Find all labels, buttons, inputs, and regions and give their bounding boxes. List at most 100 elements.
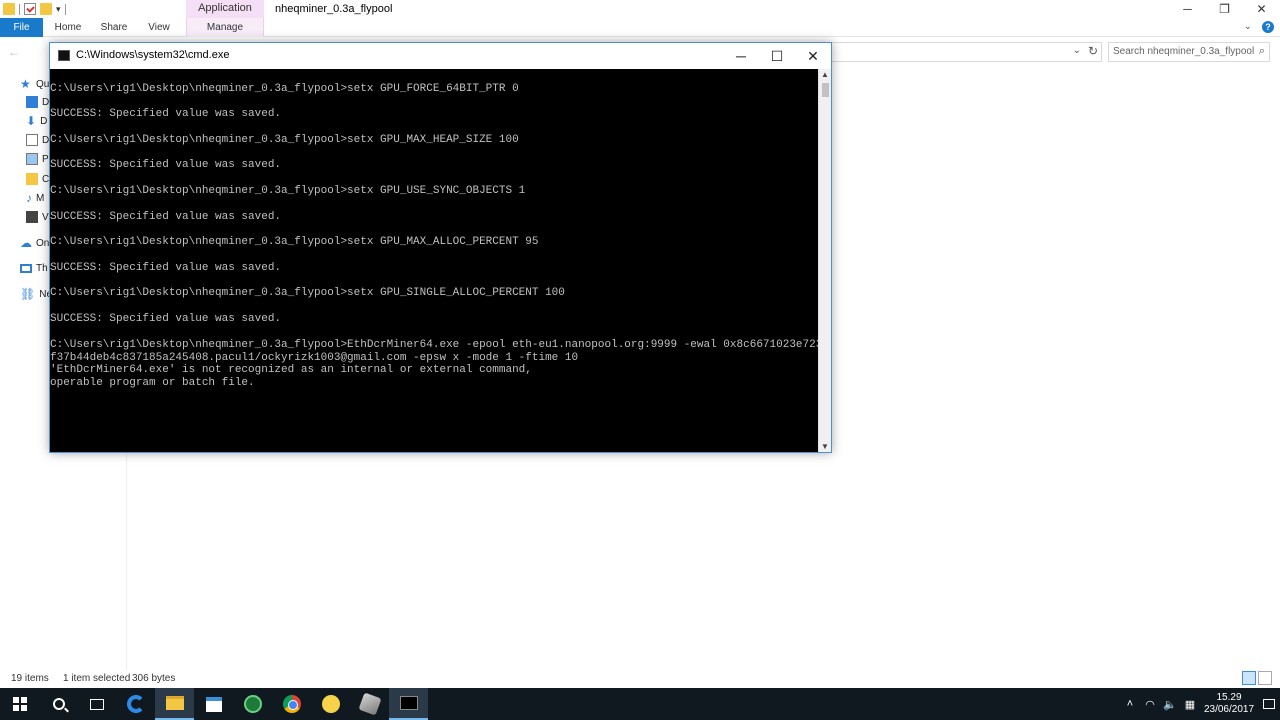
address-dropdown-icon[interactable]: ⌄: [1073, 45, 1081, 56]
taskbar-tool-app[interactable]: [350, 688, 389, 720]
notification-icon: [1263, 699, 1275, 709]
desktop-icon: [26, 96, 38, 108]
nav-label: P: [42, 153, 49, 165]
details-view-icon[interactable]: [1242, 671, 1256, 685]
explorer-window-title: nheqminer_0.3a_flypool: [275, 3, 393, 15]
search-button[interactable]: [39, 688, 78, 720]
nav-videos[interactable]: V: [26, 209, 49, 225]
cmd-titlebar[interactable]: C:\Windows\system32\cmd.exe ─ ☐ ✕: [50, 43, 831, 69]
scroll-up-icon[interactable]: ▲: [821, 70, 829, 79]
customize-toolbar-icon[interactable]: ▾: [56, 4, 61, 15]
nav-downloads[interactable]: ⬇ D: [26, 113, 47, 129]
nav-pictures[interactable]: P: [26, 151, 49, 167]
tab-view[interactable]: View: [142, 18, 176, 37]
nav-label: On: [36, 237, 50, 249]
nav-network[interactable]: ⛓ Ne: [20, 286, 52, 302]
large-icons-view-icon[interactable]: [1258, 671, 1272, 685]
back-arrow-icon[interactable]: ←: [8, 45, 20, 59]
start-button[interactable]: [0, 688, 39, 720]
taskbar-store[interactable]: [194, 688, 233, 720]
console-line: SUCCESS: Specified value was saved.: [50, 108, 282, 120]
console-line: SUCCESS: Specified value was saved.: [50, 211, 282, 223]
console-line: C:\Users\rig1\Desktop\nheqminer_0.3a_fly…: [50, 185, 526, 197]
volume-icon[interactable]: 🔈: [1160, 698, 1180, 711]
console-line: SUCCESS: Specified value was saved.: [50, 262, 282, 274]
search-input[interactable]: Search nheqminer_0.3a_flypool ⌕: [1108, 42, 1270, 62]
help-icon[interactable]: ?: [1262, 21, 1274, 33]
taskbar: ˄ ◠ 🔈 ▦ 15.29 23/06/2017: [0, 688, 1280, 720]
search-placeholder: Search nheqminer_0.3a_flypool: [1113, 46, 1255, 57]
console-line: C:\Users\rig1\Desktop\nheqminer_0.3a_fly…: [50, 287, 565, 299]
expand-ribbon-icon[interactable]: ⌄: [1244, 21, 1252, 33]
tab-file[interactable]: File: [0, 18, 43, 37]
network-icon: ⛓: [20, 287, 36, 301]
selection-status: 1 item selected: [63, 673, 131, 684]
ribbon-right-controls: ⌄ ?: [1244, 21, 1274, 33]
music-icon: ♪: [26, 191, 32, 205]
taskbar-cmd[interactable]: [389, 688, 428, 720]
taskbar-edge[interactable]: [116, 688, 155, 720]
search-icon: ⌕: [1258, 45, 1265, 57]
view-switcher: [1242, 671, 1272, 685]
action-center-button[interactable]: [1258, 688, 1280, 720]
nav-label: Th: [36, 262, 48, 274]
wifi-icon[interactable]: ◠: [1140, 698, 1160, 711]
scroll-down-icon[interactable]: ▼: [821, 442, 829, 451]
document-icon: [26, 134, 38, 146]
show-hidden-icons-icon[interactable]: ˄: [1120, 698, 1140, 710]
new-folder-icon[interactable]: [40, 3, 52, 15]
computer-icon: [20, 263, 32, 273]
taskbar-chrome[interactable]: [272, 688, 311, 720]
refresh-icon[interactable]: ↻: [1088, 44, 1098, 58]
tool-app-icon: [357, 692, 382, 716]
edge-icon: [126, 695, 145, 713]
console-line: operable program or batch file.: [50, 377, 255, 389]
tab-manage[interactable]: Manage: [186, 18, 264, 37]
file-explorer-icon: [165, 696, 184, 710]
application-tools-header: Application Tools: [186, 0, 264, 30]
console-line: C:\Users\rig1\Desktop\nheqminer_0.3a_fly…: [50, 134, 519, 146]
nav-onedrive[interactable]: ☁ On: [20, 235, 49, 251]
nav-label: V: [42, 211, 49, 223]
cmd-maximize-button[interactable]: ☐: [759, 43, 795, 69]
emoji-app-icon: [321, 695, 340, 713]
nav-folder[interactable]: C: [26, 171, 49, 187]
restore-button[interactable]: ❐: [1206, 0, 1243, 18]
star-icon: ★: [20, 77, 31, 91]
taskbar-xbox[interactable]: [233, 688, 272, 720]
folder-icon: [26, 173, 38, 185]
nav-documents[interactable]: D: [26, 132, 49, 148]
tab-share[interactable]: Share: [96, 18, 132, 37]
cmd-close-button[interactable]: ✕: [795, 43, 831, 69]
console-output[interactable]: C:\Users\rig1\Desktop\nheqminer_0.3a_fly…: [50, 69, 818, 452]
cmd-minimize-button[interactable]: ─: [723, 43, 759, 69]
chrome-icon: [282, 695, 301, 713]
minimize-button[interactable]: ─: [1169, 0, 1206, 18]
keyboard-icon[interactable]: ▦: [1180, 698, 1200, 711]
properties-icon[interactable]: [24, 3, 36, 15]
clock-date: 23/06/2017: [1203, 704, 1255, 715]
item-count: 19 items: [11, 673, 49, 684]
windows-logo-icon: [12, 697, 27, 711]
taskbar-file-explorer[interactable]: [155, 688, 194, 720]
picture-icon: [26, 153, 38, 165]
console-line: SUCCESS: Specified value was saved.: [50, 159, 282, 171]
taskbar-emoji-app[interactable]: [311, 688, 350, 720]
clock[interactable]: 15.29 23/06/2017: [1200, 692, 1258, 716]
selection-size: 306 bytes: [132, 673, 176, 684]
cmd-icon: [58, 50, 70, 61]
cmd-icon: [399, 696, 418, 710]
scroll-thumb[interactable]: [822, 83, 829, 97]
close-button[interactable]: ✕: [1243, 0, 1280, 18]
address-bar[interactable]: ⌄ ↻: [832, 42, 1102, 62]
folder-icon[interactable]: [3, 3, 15, 15]
cloud-icon: ☁: [20, 236, 32, 250]
cmd-window[interactable]: C:\Windows\system32\cmd.exe ─ ☐ ✕ C:\Use…: [49, 42, 832, 453]
nav-quick-access[interactable]: ★ Qu: [20, 76, 49, 92]
nav-this-pc[interactable]: Th: [20, 260, 48, 276]
task-view-button[interactable]: [77, 688, 116, 720]
tab-home[interactable]: Home: [50, 18, 86, 37]
nav-desktop[interactable]: D: [26, 94, 49, 110]
cmd-scrollbar[interactable]: ▲ ▼: [818, 69, 831, 452]
nav-music[interactable]: ♪ M: [26, 190, 44, 206]
